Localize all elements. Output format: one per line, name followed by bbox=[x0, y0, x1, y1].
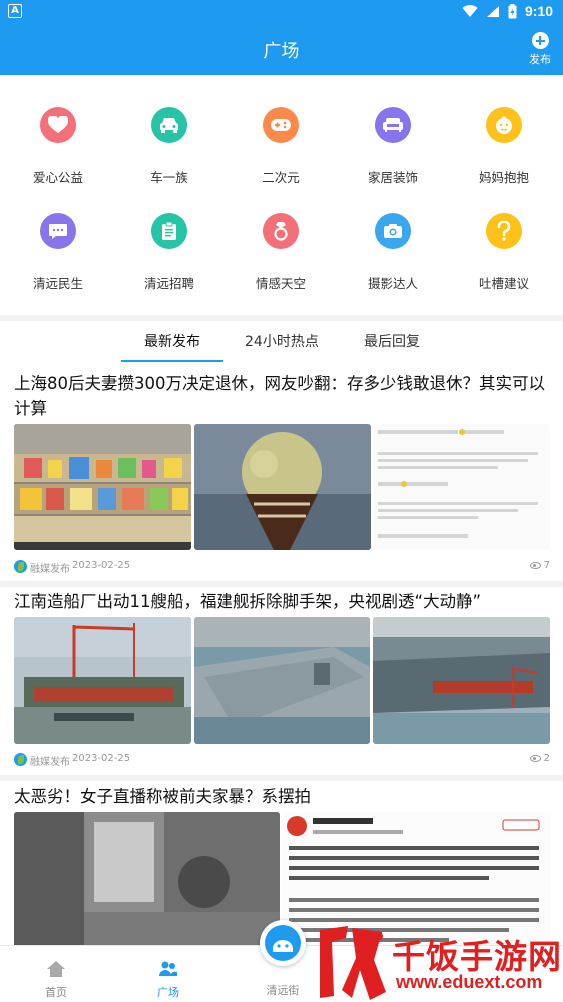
category-label: 爱心公益 bbox=[32, 170, 83, 185]
mascot-button[interactable] bbox=[260, 920, 306, 966]
status-time: 9:10 bbox=[524, 3, 553, 19]
nav-home-label: 首页 bbox=[45, 986, 67, 999]
tab-latest[interactable]: 最新发布 bbox=[144, 331, 200, 351]
article-feed: 上海80后夫妻攒300万决定退休，网友吵翻：存多少钱敢退休？其实可以计算 融媒发… bbox=[0, 363, 563, 945]
article-meta: 融媒发布 2023-02-25 2 bbox=[14, 753, 550, 768]
document-icon bbox=[151, 213, 187, 249]
divider bbox=[0, 775, 563, 781]
site-watermark: 千饭手游网 www.eduext.com bbox=[312, 920, 562, 1002]
article-image[interactable] bbox=[194, 617, 370, 744]
app-header: 广场 发布 bbox=[0, 24, 563, 75]
nav-qingyuan-street-label: 清远街 bbox=[266, 984, 300, 997]
category-item[interactable]: 情感天空 bbox=[231, 213, 331, 292]
chat-icon bbox=[40, 213, 76, 249]
article-image[interactable] bbox=[14, 812, 280, 945]
category-item[interactable]: 车一族 bbox=[119, 107, 219, 186]
divider bbox=[0, 581, 563, 587]
article-image[interactable] bbox=[14, 617, 191, 744]
category-item[interactable]: 二次元 bbox=[231, 107, 331, 186]
watermark-text: 千饭手游网 bbox=[392, 937, 562, 976]
category-item[interactable]: 清远招聘 bbox=[119, 213, 219, 292]
publish-button[interactable]: 发布 bbox=[525, 32, 555, 67]
view-count-value: 2 bbox=[543, 753, 550, 764]
nav-square-label: 广场 bbox=[157, 986, 179, 999]
article-images bbox=[14, 424, 550, 550]
article-title: 上海80后夫妻攒300万决定退休，网友吵翻：存多少钱敢退休？其实可以计算 bbox=[14, 374, 545, 418]
nav-qingyuan-street[interactable]: 清远街 bbox=[253, 982, 313, 998]
article-title: 江南造船厂出动11艘船，福建舰拆除脚手架，央视剧透“大动静” bbox=[14, 592, 482, 611]
eye-icon bbox=[529, 755, 541, 762]
article-date: 2023-02-25 bbox=[72, 560, 131, 571]
category-item[interactable]: 爱心公益 bbox=[8, 107, 108, 186]
article-images bbox=[14, 617, 550, 744]
tab-24h-hot[interactable]: 24小时热点 bbox=[245, 331, 319, 351]
source-logo-icon bbox=[14, 560, 27, 573]
plus-circle-icon bbox=[531, 32, 549, 49]
category-item[interactable]: 妈妈抱抱 bbox=[454, 107, 554, 186]
article-image[interactable] bbox=[194, 424, 371, 550]
article-meta: 融媒发布 2023-02-25 7 bbox=[14, 560, 550, 575]
category-label: 车一族 bbox=[150, 170, 188, 185]
category-grid: 爱心公益 车一族 二次元 家居装饰 妈妈抱抱 清远民生 清远招聘 情感天空 摄影… bbox=[0, 75, 563, 315]
mascot-icon bbox=[265, 925, 301, 961]
view-count: 2 bbox=[529, 753, 550, 764]
category-label: 吐槽建议 bbox=[478, 276, 529, 291]
tab-last-reply[interactable]: 最后回复 bbox=[364, 331, 420, 351]
watermark-logo bbox=[320, 926, 386, 1000]
category-item[interactable]: 吐槽建议 bbox=[454, 213, 554, 292]
article-image[interactable] bbox=[14, 424, 191, 550]
feed-tabs: 最新发布 24小时热点 最后回复 bbox=[0, 321, 563, 363]
view-count-value: 7 bbox=[543, 560, 550, 571]
notification-icon: A bbox=[8, 4, 22, 18]
source-logo-icon bbox=[14, 753, 27, 766]
publish-label: 发布 bbox=[529, 53, 551, 66]
nav-home[interactable]: 首页 bbox=[26, 960, 86, 1000]
article-image[interactable] bbox=[373, 617, 550, 744]
article-source: 融媒发布 bbox=[30, 757, 70, 768]
question-icon bbox=[486, 213, 522, 249]
battery-icon bbox=[508, 3, 517, 18]
nav-square[interactable]: 广场 bbox=[138, 960, 198, 1000]
signal-icon bbox=[486, 5, 499, 17]
page-title: 广场 bbox=[263, 41, 300, 62]
category-label: 妈妈抱抱 bbox=[478, 170, 529, 185]
heart-icon bbox=[40, 107, 76, 143]
camera-icon bbox=[375, 213, 411, 249]
eye-icon bbox=[529, 562, 541, 569]
active-tab-indicator bbox=[121, 360, 223, 362]
category-label: 家居装饰 bbox=[367, 170, 418, 185]
gamepad-icon bbox=[263, 107, 299, 143]
category-label: 二次元 bbox=[262, 170, 300, 185]
people-icon bbox=[159, 961, 177, 976]
status-bar: A 9:10 bbox=[0, 0, 563, 24]
article-image[interactable] bbox=[374, 424, 550, 550]
home-icon bbox=[47, 961, 65, 977]
category-item[interactable]: 家居装饰 bbox=[343, 107, 443, 186]
category-label: 清远招聘 bbox=[143, 276, 194, 291]
watermark-url: www.eduext.com bbox=[396, 972, 543, 992]
view-count: 7 bbox=[529, 560, 550, 571]
wifi-icon bbox=[462, 4, 478, 17]
category-item[interactable]: 清远民生 bbox=[8, 213, 108, 292]
article-title: 太恶劣！女子直播称被前夫家暴？系摆拍 bbox=[14, 787, 311, 806]
ring-icon bbox=[263, 213, 299, 249]
baby-icon bbox=[486, 107, 522, 143]
article-source: 融媒发布 bbox=[30, 564, 70, 575]
category-label: 摄影达人 bbox=[367, 276, 418, 291]
sofa-icon bbox=[375, 107, 411, 143]
article-date: 2023-02-25 bbox=[72, 753, 131, 764]
category-label: 清远民生 bbox=[32, 276, 83, 291]
category-item[interactable]: 摄影达人 bbox=[343, 213, 443, 292]
car-icon bbox=[151, 107, 187, 143]
category-label: 情感天空 bbox=[255, 276, 306, 291]
